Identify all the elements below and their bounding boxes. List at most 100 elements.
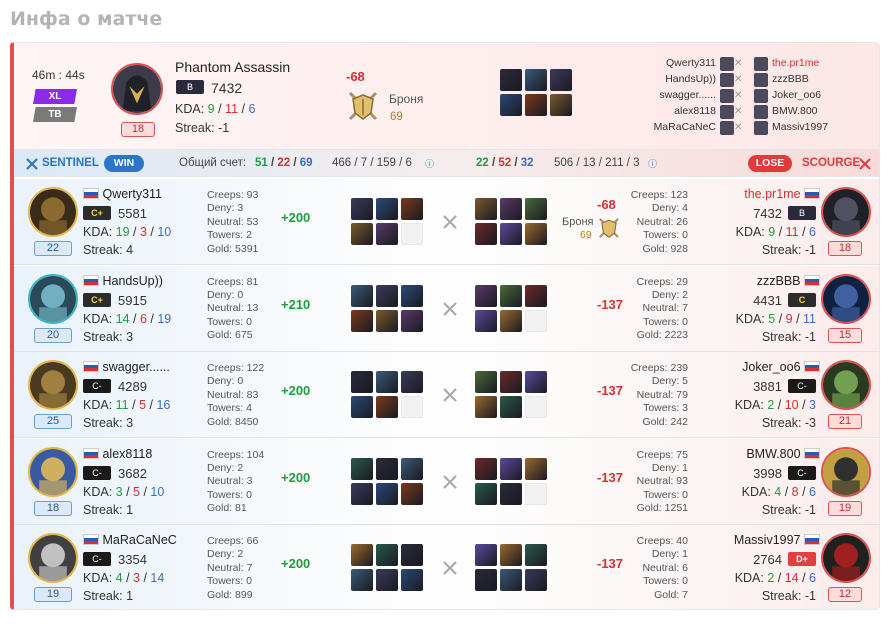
item-icon[interactable] (475, 198, 497, 220)
player-name[interactable]: zzzBBB (757, 274, 820, 288)
portrait-icon[interactable] (111, 63, 163, 115)
player-name[interactable]: Joker_oo6 (742, 360, 820, 374)
item-icon[interactable] (525, 544, 547, 566)
kda: KDA: 19 / 3 / 10 (83, 225, 172, 239)
item-icon[interactable] (500, 371, 522, 393)
item-icon[interactable] (525, 371, 547, 393)
item-icon[interactable] (401, 198, 423, 220)
item-icon[interactable] (401, 284, 423, 307)
portrait-icon[interactable] (28, 446, 78, 497)
item-icon[interactable] (500, 198, 522, 220)
mini-player-right[interactable]: ✕ BMW.800 (734, 105, 874, 121)
player-name[interactable]: the.pr1me (744, 187, 820, 201)
player-name[interactable]: BMW.800 (746, 447, 820, 461)
item-icon[interactable] (500, 223, 522, 245)
item-icon[interactable] (500, 482, 522, 505)
item-icon[interactable] (376, 198, 398, 220)
item-icon[interactable] (351, 396, 373, 418)
item-icon[interactable] (500, 94, 522, 116)
item-icon[interactable] (475, 396, 497, 418)
item-icon[interactable] (351, 309, 373, 332)
item-icon[interactable] (475, 309, 497, 332)
item-icon[interactable] (376, 284, 398, 307)
item-icon[interactable] (401, 371, 423, 393)
portrait-icon[interactable] (821, 360, 871, 410)
player-name[interactable]: Qwerty311 (83, 187, 162, 201)
item-icon[interactable] (500, 309, 522, 332)
hero-name[interactable]: Phantom Assassin (175, 59, 290, 75)
portrait-icon[interactable] (28, 533, 78, 583)
player-name[interactable]: HandsUp)) (83, 274, 163, 288)
item-icon[interactable] (550, 94, 572, 116)
item-icon[interactable] (475, 544, 497, 566)
item-icon[interactable] (351, 223, 373, 245)
item-icon[interactable] (351, 198, 373, 220)
rank-badge: C (788, 292, 816, 307)
item-icon[interactable] (475, 284, 497, 307)
mini-player-left[interactable]: swagger...... (614, 89, 734, 105)
player-name[interactable]: alex8118 (83, 447, 152, 461)
item-icon[interactable] (475, 371, 497, 393)
portrait-icon[interactable] (821, 273, 871, 324)
player-name[interactable]: Massiv1997 (734, 533, 820, 547)
mini-player-left[interactable]: alex8118 (614, 105, 734, 121)
item-icon[interactable] (351, 457, 373, 480)
item-icon[interactable] (475, 457, 497, 480)
item-icon[interactable] (550, 69, 572, 91)
portrait-icon[interactable] (28, 187, 78, 237)
item-icon[interactable] (500, 544, 522, 566)
item-icon[interactable] (401, 569, 423, 591)
item-icon[interactable] (401, 309, 423, 332)
item-icon[interactable] (500, 457, 522, 480)
item-icon[interactable] (500, 284, 522, 307)
item-icon[interactable] (401, 457, 423, 480)
item-icon[interactable] (525, 284, 547, 307)
item-icon[interactable] (376, 309, 398, 332)
item-icon[interactable] (376, 223, 398, 245)
item-icon[interactable] (525, 569, 547, 591)
item-icon[interactable] (525, 69, 547, 91)
mini-player-left[interactable]: MaRaCaNeC (614, 121, 734, 137)
item-icon[interactable] (500, 69, 522, 91)
item-icon[interactable] (376, 371, 398, 393)
mini-player-right[interactable]: ✕ zzzBBB (734, 73, 874, 89)
mini-player-right[interactable]: ✕ the.pr1me (734, 57, 874, 73)
item-icon[interactable] (376, 569, 398, 591)
mini-player-left[interactable]: HandsUp)) (614, 73, 734, 89)
item-icon[interactable] (525, 198, 547, 220)
crossed-swords-icon (443, 561, 457, 575)
info-icon[interactable]: ⓘ (648, 157, 657, 170)
armor-icon (348, 91, 378, 121)
portrait-icon[interactable] (821, 446, 871, 497)
item-icon[interactable] (376, 482, 398, 505)
mini-player-left[interactable]: Qwerty311 (614, 57, 734, 73)
item-icon[interactable] (475, 223, 497, 245)
portrait-icon[interactable] (28, 273, 78, 324)
player-name[interactable]: swagger...... (83, 360, 170, 374)
mini-player-right[interactable]: ✕ Joker_oo6 (734, 89, 874, 105)
portrait-icon[interactable] (821, 533, 871, 583)
item-icon[interactable] (351, 569, 373, 591)
item-icon[interactable] (376, 457, 398, 480)
item-icon[interactable] (351, 371, 373, 393)
item-icon[interactable] (351, 284, 373, 307)
item-icon[interactable] (525, 223, 547, 245)
portrait-icon[interactable] (28, 360, 78, 410)
item-icon[interactable] (401, 482, 423, 505)
mini-player-right[interactable]: ✕ Massiv1997 (734, 121, 874, 137)
item-icon[interactable] (525, 457, 547, 480)
item-icon[interactable] (500, 396, 522, 418)
item-icon[interactable] (376, 396, 398, 418)
item-icon[interactable] (401, 544, 423, 566)
sentinel-icon (26, 158, 38, 170)
item-icon[interactable] (525, 94, 547, 116)
item-icon[interactable] (475, 482, 497, 505)
item-icon[interactable] (351, 544, 373, 566)
item-icon[interactable] (475, 569, 497, 591)
player-name[interactable]: MaRaCaNeC (83, 533, 177, 547)
item-icon[interactable] (376, 544, 398, 566)
item-icon[interactable] (351, 482, 373, 505)
item-icon[interactable] (500, 569, 522, 591)
info-icon[interactable]: ⓘ (425, 157, 434, 170)
portrait-icon[interactable] (821, 187, 871, 237)
